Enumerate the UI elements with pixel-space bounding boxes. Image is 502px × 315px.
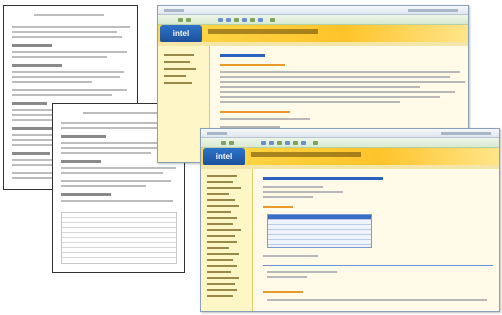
sidebar — [201, 169, 253, 311]
browser-toolbar[interactable] — [201, 138, 499, 148]
home-icon[interactable] — [269, 141, 274, 145]
main-content — [257, 169, 499, 311]
page-banner: intel — [201, 148, 499, 166]
refresh-icon[interactable] — [218, 18, 223, 22]
browser-toolbar[interactable] — [158, 15, 468, 25]
tools-icon[interactable] — [270, 18, 275, 22]
mail-icon[interactable] — [301, 141, 306, 145]
browser-window-front: intel — [200, 128, 500, 312]
document-table — [61, 212, 177, 264]
title-bar — [201, 129, 499, 138]
forward-icon[interactable] — [186, 18, 191, 22]
home-icon[interactable] — [226, 18, 231, 22]
page-banner: intel — [158, 25, 468, 43]
search-icon[interactable] — [234, 18, 239, 22]
favorites-icon[interactable] — [242, 18, 247, 22]
tools-icon[interactable] — [313, 141, 318, 145]
print-icon[interactable] — [250, 18, 255, 22]
search-icon[interactable] — [277, 141, 282, 145]
title-bar — [158, 6, 468, 15]
print-icon[interactable] — [293, 141, 298, 145]
back-icon[interactable] — [221, 141, 226, 145]
divider — [263, 265, 493, 266]
forward-icon[interactable] — [229, 141, 234, 145]
mail-icon[interactable] — [258, 18, 263, 22]
back-icon[interactable] — [178, 18, 183, 22]
brand-logo: intel — [160, 25, 202, 43]
data-table — [267, 214, 372, 248]
banner-title — [208, 29, 318, 34]
favorites-icon[interactable] — [285, 141, 290, 145]
banner-title — [251, 152, 361, 157]
brand-logo: intel — [203, 148, 245, 166]
refresh-icon[interactable] — [261, 141, 266, 145]
